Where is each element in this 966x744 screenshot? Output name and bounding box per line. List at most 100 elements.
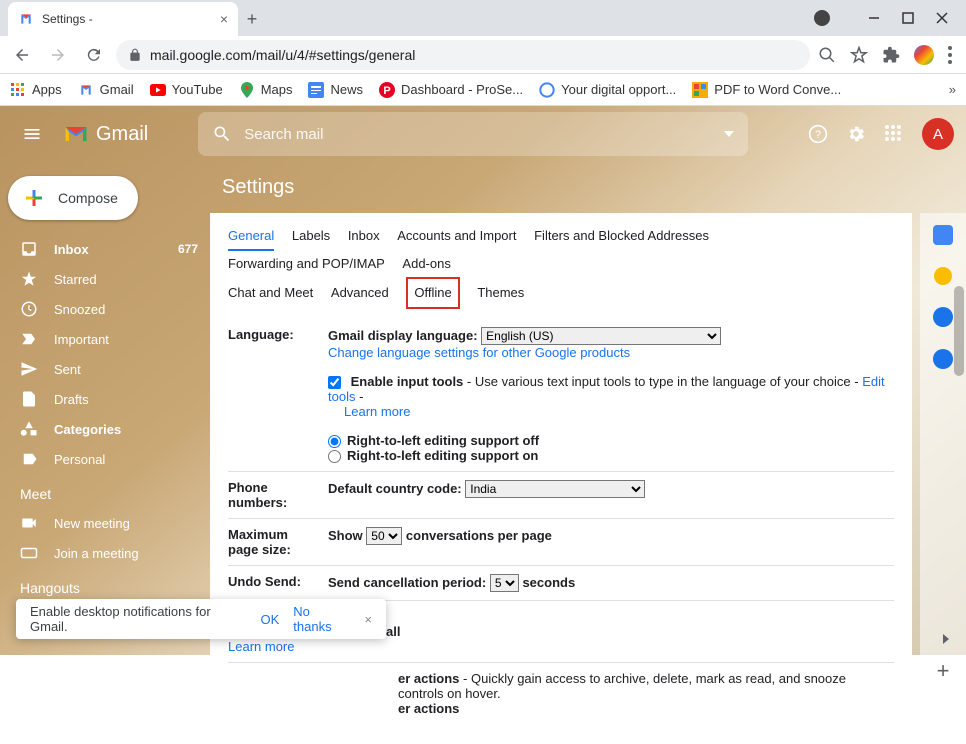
support-icon[interactable]: ? xyxy=(808,124,828,144)
window-controls xyxy=(814,0,966,36)
tab-advanced[interactable]: Advanced xyxy=(331,280,389,306)
hide-side-panel-icon[interactable] xyxy=(940,633,952,645)
bookmark-youtube[interactable]: YouTube xyxy=(150,82,223,98)
account-avatar[interactable]: A xyxy=(922,118,954,150)
forward-button[interactable] xyxy=(44,41,72,69)
country-code-select[interactable]: India xyxy=(465,480,645,498)
bookmark-news[interactable]: News xyxy=(308,82,363,98)
header-actions: ? A xyxy=(808,118,954,150)
search-options-icon[interactable] xyxy=(724,131,734,137)
nav-inbox[interactable]: Inbox677 xyxy=(0,234,210,264)
gmail-header: Gmail ? A xyxy=(0,106,966,162)
snackbar-close-icon[interactable]: × xyxy=(364,612,372,627)
reply-learn-more[interactable]: Learn more xyxy=(228,639,294,654)
inbox-icon xyxy=(20,240,38,258)
tab-forwarding[interactable]: Forwarding and POP/IMAP xyxy=(228,251,385,277)
keep-addon-icon[interactable] xyxy=(934,267,952,285)
back-button[interactable] xyxy=(8,41,36,69)
language-select[interactable]: English (US) xyxy=(481,327,721,345)
svg-text:?: ? xyxy=(815,129,821,141)
bookmark-apps[interactable]: Apps xyxy=(10,82,62,98)
zoom-icon[interactable] xyxy=(818,46,836,64)
clock-icon xyxy=(20,300,38,318)
nav-drafts[interactable]: Drafts xyxy=(0,384,210,414)
row-language: Language: Gmail display language: Englis… xyxy=(228,319,894,472)
contacts-addon-icon[interactable] xyxy=(933,349,953,369)
tab-themes[interactable]: Themes xyxy=(477,280,524,306)
nav-snoozed[interactable]: Snoozed xyxy=(0,294,210,324)
snackbar-ok-button[interactable]: OK xyxy=(260,612,279,627)
tab-filters[interactable]: Filters and Blocked Addresses xyxy=(534,223,709,249)
search-input[interactable] xyxy=(244,126,712,143)
compose-button[interactable]: Compose xyxy=(8,176,138,220)
calendar-addon-icon[interactable] xyxy=(933,225,953,245)
tab-offline[interactable]: Offline xyxy=(406,277,459,309)
snackbar-text: Enable desktop notifications for Gmail. xyxy=(30,604,246,634)
tab-close-icon[interactable]: × xyxy=(220,11,228,27)
bookmark-maps[interactable]: Maps xyxy=(239,82,293,98)
tab-inbox[interactable]: Inbox xyxy=(348,223,380,249)
tab-accounts[interactable]: Accounts and Import xyxy=(397,223,516,249)
tab-labels[interactable]: Labels xyxy=(292,223,330,249)
bookmark-dashboard[interactable]: PDashboard - ProSe... xyxy=(379,82,523,98)
nav-list: Inbox677 Starred Snoozed Important Sent … xyxy=(0,234,210,474)
page-size-select[interactable]: 50 xyxy=(366,527,402,545)
bookmark-pdf[interactable]: PDF to Word Conve... xyxy=(692,82,841,98)
bookmark-star-icon[interactable] xyxy=(850,46,868,64)
search-icon xyxy=(212,124,232,144)
row-pagesize: Maximum page size: Show 50 conversations… xyxy=(228,519,894,566)
apps-launcher-icon[interactable] xyxy=(884,124,904,144)
learn-more-input-tools[interactable]: Learn more xyxy=(328,404,410,419)
change-language-link[interactable]: Change language settings for other Googl… xyxy=(328,345,630,360)
new-tab-button[interactable]: + xyxy=(238,5,266,33)
hangouts-section-label: Hangouts xyxy=(0,568,210,602)
address-bar[interactable]: mail.google.com/mail/u/4/#settings/gener… xyxy=(116,40,810,70)
nav-starred[interactable]: Starred xyxy=(0,264,210,294)
get-addons-icon[interactable]: + xyxy=(937,658,950,684)
compose-plus-icon xyxy=(22,186,46,210)
tasks-addon-icon[interactable] xyxy=(933,307,953,327)
settings-scroll[interactable]: General Labels Inbox Accounts and Import… xyxy=(210,213,912,744)
maximize-button[interactable] xyxy=(902,12,914,24)
tab-addons[interactable]: Add-ons xyxy=(402,251,450,277)
rtl-off-radio[interactable] xyxy=(328,435,341,448)
search-box[interactable] xyxy=(198,112,748,156)
sent-icon xyxy=(20,360,38,378)
gmail-logo[interactable]: Gmail xyxy=(62,123,148,146)
close-window-button[interactable] xyxy=(936,12,948,24)
browser-titlebar: Settings - × + xyxy=(0,0,966,36)
svg-text:P: P xyxy=(383,85,390,97)
nav-personal[interactable]: Personal xyxy=(0,444,210,474)
nav-sent[interactable]: Sent xyxy=(0,354,210,384)
browser-profile-avatar[interactable] xyxy=(914,45,934,65)
main-menu-button[interactable] xyxy=(12,114,52,154)
bookmarks-overflow-icon[interactable]: » xyxy=(949,82,956,97)
row-undo: Undo Send: Send cancellation period: 5 s… xyxy=(228,566,894,601)
settings-title: Settings xyxy=(210,162,966,213)
tab-general[interactable]: General xyxy=(228,223,274,251)
bookmark-gmail[interactable]: Gmail xyxy=(78,82,134,98)
tab-chat[interactable]: Chat and Meet xyxy=(228,280,313,306)
reload-button[interactable] xyxy=(80,41,108,69)
join-meeting[interactable]: Join a meeting xyxy=(0,538,210,568)
drafts-icon xyxy=(20,390,38,408)
nav-categories[interactable]: Categories xyxy=(0,414,210,444)
minimize-button[interactable] xyxy=(868,12,880,24)
rtl-on-radio[interactable] xyxy=(328,450,341,463)
url-text: mail.google.com/mail/u/4/#settings/gener… xyxy=(150,47,415,63)
label-icon xyxy=(20,450,38,468)
enable-input-tools-checkbox[interactable] xyxy=(328,376,341,389)
important-icon xyxy=(20,330,38,348)
star-icon xyxy=(20,270,38,288)
settings-gear-icon[interactable] xyxy=(846,124,866,144)
snackbar-no-button[interactable]: No thanks xyxy=(293,604,350,634)
browser-tab[interactable]: Settings - × xyxy=(8,2,238,36)
undo-period-select[interactable]: 5 xyxy=(490,574,519,592)
profile-indicator-icon[interactable] xyxy=(814,10,830,26)
extensions-icon[interactable] xyxy=(882,46,900,64)
tab-title: Settings - xyxy=(42,12,93,26)
browser-menu-icon[interactable] xyxy=(948,46,952,64)
bookmark-digital[interactable]: Your digital opport... xyxy=(539,82,676,98)
nav-important[interactable]: Important xyxy=(0,324,210,354)
new-meeting[interactable]: New meeting xyxy=(0,508,210,538)
